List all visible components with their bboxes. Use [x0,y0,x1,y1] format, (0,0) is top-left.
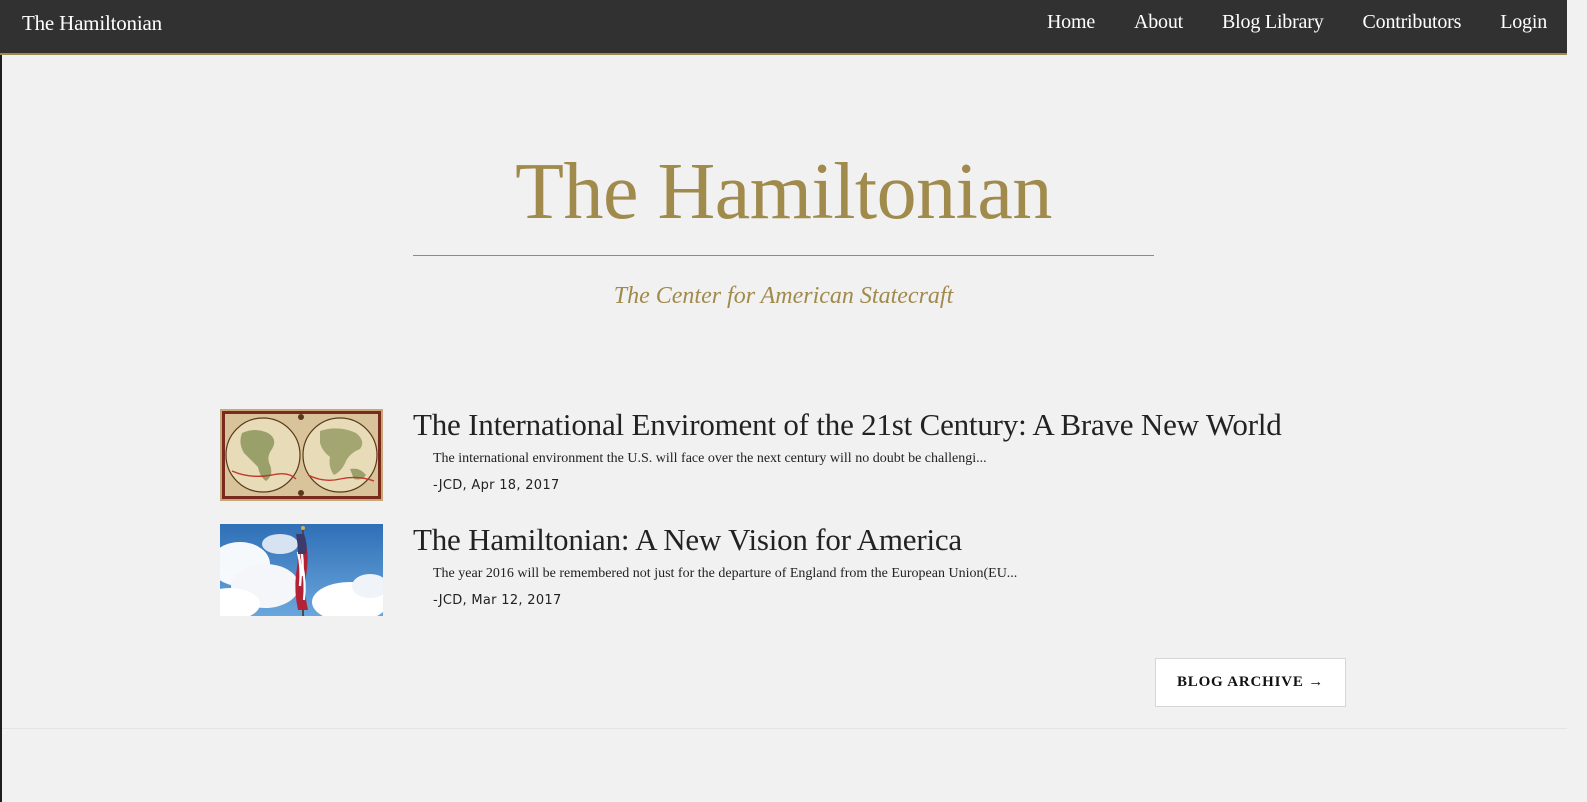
window-edge [0,0,2,802]
post-item: The International Enviroment of the 21st… [220,407,1370,504]
world-map-image[interactable] [220,409,383,501]
nav-link-about[interactable]: About [1134,11,1183,34]
nav-links: Home About Blog Library Contributors Log… [1008,11,1547,34]
post-title-link[interactable]: The International Enviroment of the 21st… [413,407,1282,443]
nav-link-blog-library[interactable]: Blog Library [1222,11,1324,34]
post-excerpt: The year 2016 will be remembered not jus… [433,566,1018,581]
post-title-link[interactable]: The Hamiltonian: A New Vision for Americ… [413,522,962,558]
post-meta: -JCD, Apr 18, 2017 [433,478,560,493]
blog-archive-button[interactable]: BLOG ARCHIVE → [1155,658,1346,707]
nav-link-home[interactable]: Home [1047,11,1095,34]
post-excerpt: The international environment the U.S. w… [433,451,987,466]
footer-divider [2,728,1567,729]
hero-subtitle: The Center for American Statecraft [613,283,954,309]
navbar: The Hamiltonian Home About Blog Library … [0,0,1567,55]
hero-divider [413,255,1154,256]
american-flag-image[interactable] [220,524,383,616]
brand-link[interactable]: The Hamiltonian [22,11,162,36]
hero-title: The Hamiltonian [515,148,1052,236]
nav-link-login[interactable]: Login [1500,11,1547,34]
nav-link-contributors[interactable]: Contributors [1363,11,1462,34]
post-meta: -JCD, Mar 12, 2017 [433,593,562,608]
post-item: The Hamiltonian: A New Vision for Americ… [220,522,1370,619]
